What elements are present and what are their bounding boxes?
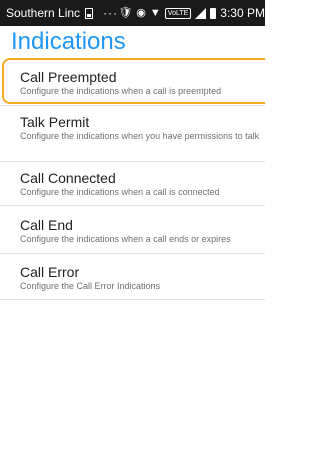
clock: 3:30 PM	[220, 6, 265, 20]
list-item-call-preempted[interactable]: Call Preempted Configure the indications…	[2, 58, 265, 104]
item-title: Call End	[20, 217, 73, 233]
divider	[0, 205, 265, 206]
divider	[0, 105, 265, 106]
volte-badge: VoLTE	[164, 7, 192, 19]
list-item-talk-permit[interactable]: Talk Permit Configure the indications wh…	[0, 113, 265, 142]
list-item-call-connected[interactable]: Call Connected Configure the indications…	[0, 169, 265, 198]
item-summary: Configure the indications when a call is…	[20, 86, 222, 96]
item-summary: Configure the indications when a call is…	[20, 187, 220, 197]
item-title: Talk Permit	[20, 114, 90, 130]
page-title: Indications	[11, 28, 126, 55]
divider	[0, 161, 265, 162]
list-item-call-end[interactable]: Call End Configure the indications when …	[0, 216, 265, 245]
divider	[0, 253, 265, 254]
location-icon: ◉	[136, 6, 146, 19]
signal-icon	[195, 7, 207, 19]
item-summary: Configure the indications when a call en…	[20, 234, 231, 244]
item-summary: Configure the indications when you have …	[20, 131, 260, 141]
divider	[0, 299, 265, 300]
shield-icon: 🛡	[118, 6, 133, 19]
battery-icon	[210, 7, 217, 19]
item-title: Call Error	[20, 264, 80, 280]
item-summary: Configure the Call Error Indications	[20, 281, 161, 291]
wifi-icon: ▼	[149, 6, 161, 19]
carrier-name: Southern Linc	[6, 6, 81, 20]
more-notifications-icon: ···	[103, 6, 119, 20]
status-bar: Southern Linc ··· 🛡 ◉ ▼ VoLTE 3:30 PM	[0, 0, 265, 26]
sim-card-icon	[85, 7, 94, 19]
item-title: Call Connected	[20, 170, 116, 186]
status-icons: 🛡 ◉ ▼ VoLTE 3:30 PM	[118, 6, 265, 20]
item-title: Call Preempted	[20, 69, 117, 85]
list-item-call-error[interactable]: Call Error Configure the Call Error Indi…	[0, 263, 265, 292]
